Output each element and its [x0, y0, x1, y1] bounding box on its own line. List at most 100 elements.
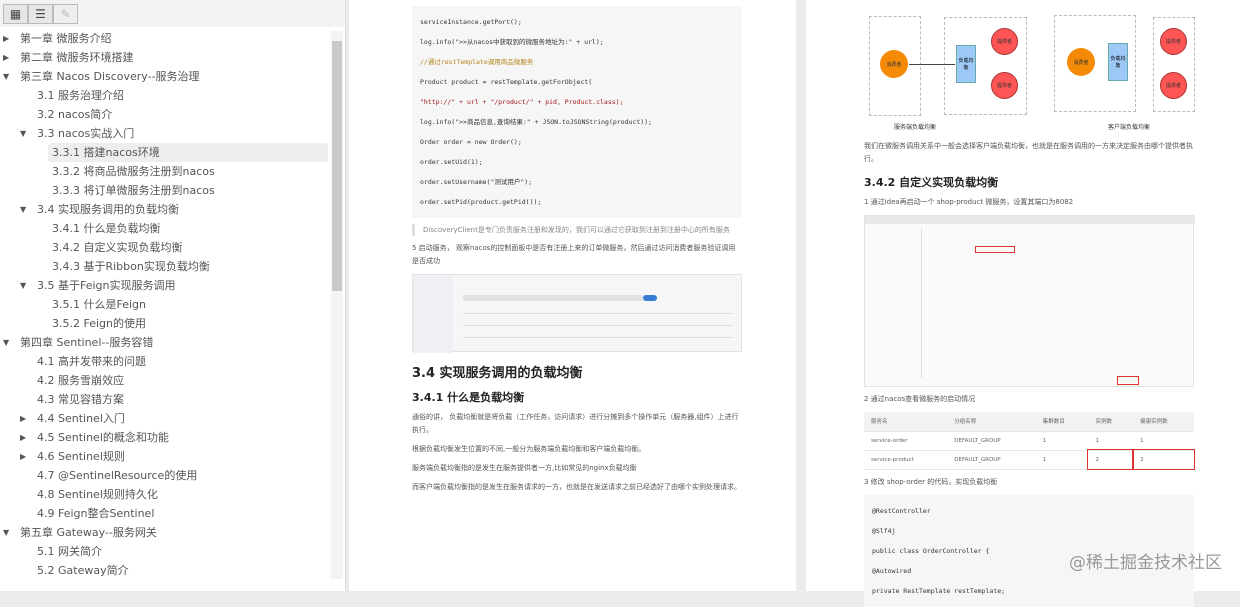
expand-arrow-icon[interactable]: ▶ — [3, 29, 9, 48]
outline-item[interactable]: 4.8 Sentinel规则持久化 — [0, 485, 330, 504]
outline-item-label: 4.8 Sentinel规则持久化 — [37, 488, 158, 501]
table-cell: DEFAULT_GROUP — [947, 431, 1036, 451]
outline-item-label: 3.4.2 自定义实现负载均衡 — [52, 241, 183, 254]
outline-view-button[interactable]: ☰ — [28, 4, 53, 24]
watermark: @稀土掘金技术社区 — [1069, 553, 1222, 573]
outline-item[interactable]: ▶ 第二章 微服务环境搭建 — [0, 48, 330, 67]
paperclip-icon: ✎ — [60, 7, 71, 21]
outline-item[interactable]: 3.4.3 基于Ribbon实现负载均衡 — [0, 257, 330, 276]
code-line: order.setPid(product.getPid()); — [420, 198, 542, 206]
scrollbar-thumb[interactable] — [332, 41, 342, 291]
collapse-arrow-icon[interactable]: ▼ — [20, 276, 26, 295]
paragraph: 服务端负载均衡指的是发生在服务提供者一方,比如常见的nginx负载均衡 — [412, 464, 637, 472]
code-line: //通过restTemplate调用商品微服务 — [420, 58, 534, 66]
outline-item[interactable]: 3.5.1 什么是Feign — [0, 295, 330, 314]
outline-item[interactable]: 3.3.2 将商品微服务注册到nacos — [0, 162, 330, 181]
code-line: Order order = new Order(); — [420, 138, 522, 146]
outline-item-label: 4.9 Feign整合Sentinel — [37, 507, 155, 520]
expand-arrow-icon[interactable]: ▶ — [3, 48, 9, 67]
outline-item[interactable]: ▶ 第一章 微服务介绍 — [0, 29, 330, 48]
outline-item-label: 3.4 实现服务调用的负载均衡 — [37, 203, 179, 216]
diagram-caption: 客户端负载均衡 — [1108, 124, 1151, 131]
outline-item-label: 3.1 服务治理介绍 — [37, 89, 124, 102]
collapse-arrow-icon[interactable]: ▼ — [3, 523, 9, 542]
outline-item[interactable]: ▶ 4.4 Sentinel入门 — [0, 409, 330, 428]
collapse-arrow-icon[interactable]: ▼ — [3, 67, 9, 86]
table-cell: 2 — [1132, 449, 1195, 470]
thumbnails-view-button[interactable]: ▦ — [3, 4, 28, 24]
list-icon: ☰ — [35, 7, 46, 21]
outline-item-label: 3.5.1 什么是Feign — [52, 298, 146, 311]
outline-item[interactable]: 5.2 Gateway简介 — [0, 561, 330, 580]
outline-item-label: 3.4.1 什么是负载均衡 — [52, 222, 161, 235]
balancer-node: 负载均衡 — [956, 45, 976, 83]
outline-item-label: 3.2 nacos简介 — [37, 108, 113, 121]
code-line: Product product = restTemplate.getForObj… — [420, 78, 593, 86]
service-table: 服务名 分组名称 集群数目 实例数 健康实例数 service-order DEFAULT_… — [864, 412, 1195, 470]
outline-item[interactable]: 3.3.3 将订单微服务注册到nacos — [0, 181, 330, 200]
collapse-arrow-icon[interactable]: ▼ — [20, 200, 26, 219]
outline-item[interactable]: ▶ 4.5 Sentinel的概念和功能 — [0, 428, 330, 447]
outline-item[interactable]: ▼ 3.4 实现服务调用的负载均衡 — [0, 200, 330, 219]
pdf-page-2: 消费者 负载均衡 提供者 提供者 服务端负载均衡 消费者 负载均衡 提供者 提供… — [806, 0, 1240, 607]
outline-item-label: 4.2 服务雪崩效应 — [37, 374, 124, 387]
paragraph: 我们在微服务调用关系中一般会选择客户端负载均衡，也就是在服务调用的一方来决定服务… — [864, 142, 1193, 163]
collapse-arrow-icon[interactable]: ▼ — [20, 124, 26, 143]
outline-item[interactable]: 5.1 网关简介 — [0, 542, 330, 561]
table-cell: DEFAULT_GROUP — [947, 450, 1036, 470]
outline-scrollbar[interactable] — [331, 31, 343, 579]
outline-item[interactable]: ▼ 第四章 Sentinel--服务容错 — [0, 333, 330, 352]
collapse-arrow-icon[interactable]: ▼ — [3, 333, 9, 352]
outline-item[interactable]: 4.2 服务雪崩效应 — [0, 371, 330, 390]
outline-item-label: 3.5 基于Feign实现服务调用 — [37, 279, 176, 292]
outline-item[interactable]: 3.1 服务治理介绍 — [0, 86, 330, 105]
attachments-view-button[interactable]: ✎ — [53, 4, 78, 24]
expand-arrow-icon[interactable]: ▶ — [20, 409, 26, 428]
outline-item[interactable]: 3.5.2 Feign的使用 — [0, 314, 330, 333]
code-block: serviceInstance.getPort(); log.info(">>从n… — [412, 6, 742, 218]
outline-item[interactable]: ▼ 第五章 Gateway--服务网关 — [0, 523, 330, 542]
nacos-console-screenshot — [412, 274, 742, 353]
outline-item-label: 第二章 微服务环境搭建 — [20, 51, 134, 64]
subsection-heading: 3.4.1 什么是负载均衡 — [412, 391, 525, 404]
code-line: log.info(">>从nacos中获取到的微服务地址为:" + url); — [420, 38, 604, 46]
outline-item-label: 5.2 Gateway简介 — [37, 564, 129, 577]
outline-item[interactable]: 4.3 常见容错方案 — [0, 390, 330, 409]
outline-item[interactable]: ▼ 3.3 nacos实战入门 — [0, 124, 330, 143]
outline-item[interactable]: ▶ 4.6 Sentinel规则 — [0, 447, 330, 466]
code-line: order.setUid(1); — [420, 158, 483, 166]
outline-item[interactable]: 4.9 Feign整合Sentinel — [0, 504, 330, 523]
outline-sidebar: ▦ ☰ ✎ ▶ 第一章 微服务介绍 ▶ 第二章 微服务环境搭建 ▼ 第三章 Nacos D… — [0, 0, 346, 591]
outline-item[interactable]: 3.4.2 自定义实现负载均衡 — [0, 238, 330, 257]
outline-item-label: 5.1 网关简介 — [37, 545, 102, 558]
outline-item-label: 4.3 常见容错方案 — [37, 393, 124, 406]
outline-item[interactable]: 3.3.1 搭建nacos环境 — [0, 143, 330, 162]
expand-arrow-icon[interactable]: ▶ — [20, 428, 26, 447]
provider-node: 提供者 — [991, 28, 1018, 55]
column-header: 服务名 — [864, 412, 948, 432]
outline-item[interactable]: ▼ 3.5 基于Feign实现服务调用 — [0, 276, 330, 295]
expand-arrow-icon[interactable]: ▶ — [20, 447, 26, 466]
outline-item-label: 3.5.2 Feign的使用 — [52, 317, 146, 330]
paragraph: 通俗的讲， 负载均衡就是将负载（工作任务，访问请求）进行分摊到多个操作单元（服务… — [412, 413, 739, 434]
balancer-node: 负载均衡 — [1108, 43, 1128, 81]
outline-item-label: 4.6 Sentinel规则 — [37, 450, 125, 463]
grid-icon: ▦ — [9, 7, 22, 21]
outline-item[interactable]: 3.2 nacos简介 — [0, 105, 330, 124]
step-2-text: 2 通过nacos查看微服务的启动情况 — [864, 395, 976, 403]
outline-item[interactable]: 4.7 @SentinelResource的使用 — [0, 466, 330, 485]
section-heading: 3.4 实现服务调用的负载均衡 — [412, 366, 583, 381]
load-balance-diagram: 消费者 负载均衡 提供者 提供者 服务端负载均衡 消费者 负载均衡 提供者 提供… — [864, 6, 1195, 134]
step-5-text: 5 启动服务， 观察nacos的控制面板中是否有注册上来的订单微服务，然后通过访… — [412, 244, 736, 265]
outline-item[interactable]: 3.4.1 什么是负载均衡 — [0, 219, 330, 238]
table-cell: service-order — [864, 431, 948, 451]
outline-item[interactable]: 4.1 高并发带来的问题 — [0, 352, 330, 371]
code-line: serviceInstance.getPort(); — [420, 18, 522, 26]
outline-item[interactable]: ▼ 第三章 Nacos Discovery--服务治理 — [0, 67, 330, 86]
outline-item-label: 第一章 微服务介绍 — [20, 32, 112, 45]
paragraph: 而客户端负载均衡指的是发生在服务请求的一方，也就是在发送请求之前已经选好了由哪个… — [412, 483, 741, 491]
table-cell: service-product — [864, 450, 948, 470]
column-header: 集群数目 — [1035, 412, 1089, 432]
table-cell: 1 — [1035, 450, 1089, 470]
table-cell: 1 — [1133, 431, 1194, 451]
